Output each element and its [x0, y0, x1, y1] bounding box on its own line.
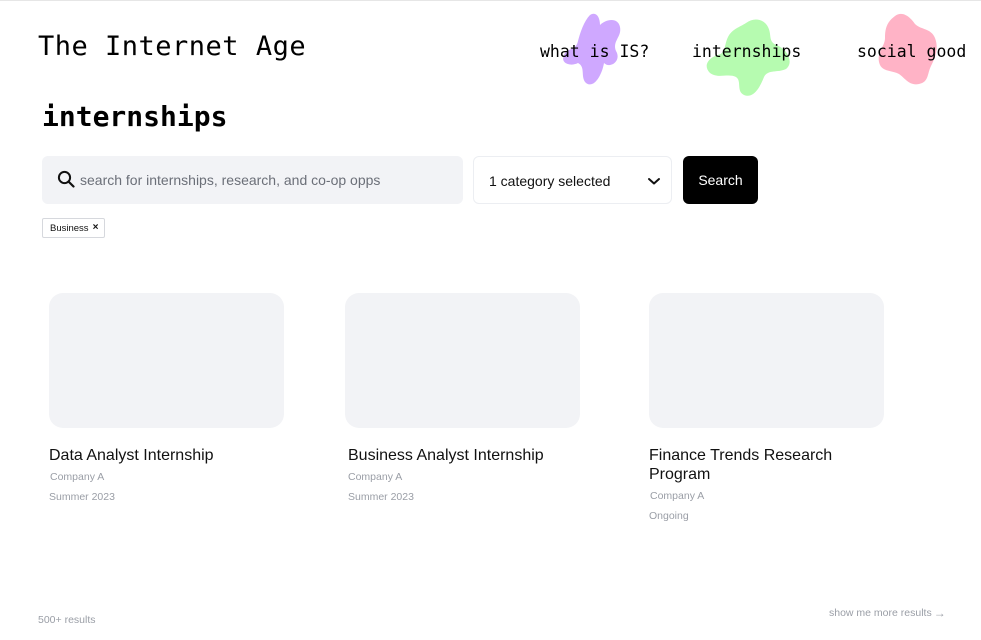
results-count: 500+ results [38, 614, 96, 626]
show-more-results-link[interactable]: show me more results → [829, 606, 946, 620]
category-dropdown-label: 1 category selected [489, 173, 611, 189]
site-logo-text[interactable]: The Internet Age [38, 31, 306, 62]
show-more-label: show me more results [829, 607, 932, 619]
arrow-right-icon: → [933, 606, 946, 620]
close-icon[interactable]: × [93, 223, 99, 233]
search-bar[interactable] [42, 156, 463, 204]
nav-label: what is IS? [540, 42, 650, 61]
card-title[interactable]: Data Analyst Internship [49, 446, 285, 465]
filter-chip-business[interactable]: Business × [42, 218, 106, 238]
card-thumbnail [649, 293, 884, 428]
category-dropdown[interactable]: 1 category selected [473, 156, 672, 204]
card-term: Summer 2023 [348, 491, 414, 503]
filter-chip-label: Business [50, 222, 89, 234]
nav-item-what-is-is[interactable]: what is IS? [540, 0, 655, 100]
nav-item-social-good[interactable]: social good [857, 0, 977, 100]
nav-label: internships [692, 42, 802, 61]
card-company: Company A [348, 471, 403, 483]
card-company: Company A [50, 471, 105, 483]
card-thumbnail [49, 293, 284, 428]
search-input[interactable] [80, 156, 450, 204]
result-card[interactable]: Finance Trends Research Program Company … [649, 293, 884, 522]
card-thumbnail [345, 293, 580, 428]
card-term: Ongoing [649, 510, 689, 522]
search-icon [57, 170, 75, 188]
result-card[interactable]: Business Analyst Internship Company A Su… [345, 293, 581, 503]
card-title[interactable]: Finance Trends Research Program [649, 446, 849, 484]
chevron-down-icon [648, 178, 660, 185]
card-title[interactable]: Business Analyst Internship [348, 446, 581, 465]
search-button[interactable]: Search [683, 156, 758, 204]
card-term: Summer 2023 [49, 491, 115, 503]
card-company: Company A [650, 490, 705, 502]
top-divider [0, 0, 981, 1]
nav-label: social good [857, 42, 967, 61]
page-title: internships [42, 100, 228, 133]
nav-item-internships[interactable]: internships [692, 0, 807, 100]
result-card[interactable]: Data Analyst Internship Company A Summer… [49, 293, 285, 503]
